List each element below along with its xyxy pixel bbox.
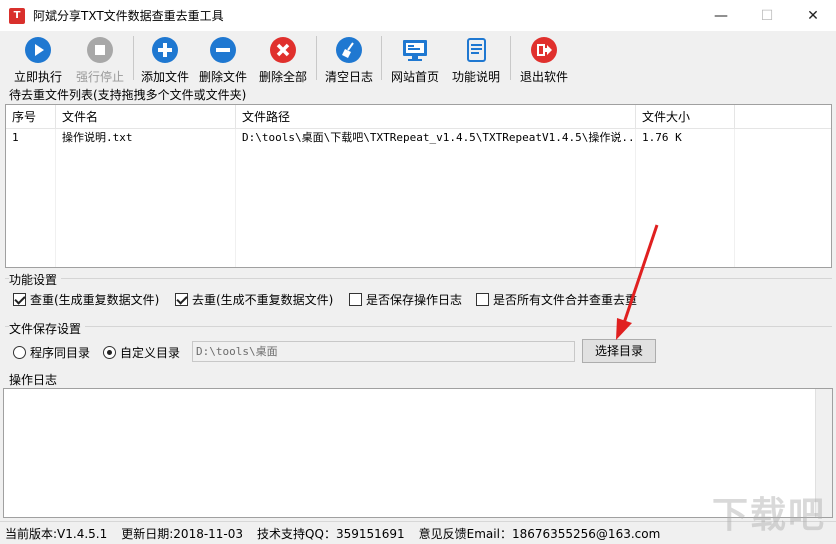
function-settings-title: 功能设置 <box>9 271 62 288</box>
cell-size: 1.76 K <box>636 129 735 147</box>
exit-label: 退出软件 <box>519 70 568 84</box>
feedback-email-text: 意见反馈Email：18676355256@163.com <box>418 526 661 541</box>
merge-files-checkbox[interactable] <box>476 293 489 306</box>
group-divider <box>5 326 832 327</box>
table-header: 序号 文件名 文件路径 文件大小 <box>6 105 831 129</box>
check-duplicate-option[interactable]: 查重(生成重复数据文件) <box>13 291 159 308</box>
clear-log-button[interactable]: 清空日志 <box>320 31 378 84</box>
add-file-button[interactable]: 添加文件 <box>137 31 193 84</box>
update-date-text: 更新日期:2018-11-03 <box>121 526 244 541</box>
app-logo-icon: T <box>9 7 25 24</box>
play-icon <box>24 36 52 64</box>
delete-all-icon <box>269 36 297 64</box>
radio-custom-dir-label: 自定义目录 <box>120 346 181 360</box>
cell-filename: 操作说明.txt <box>56 129 236 147</box>
group-divider <box>5 278 832 279</box>
column-header-size[interactable]: 文件大小 <box>636 105 735 128</box>
merge-files-option[interactable]: 是否所有文件合并查重去重 <box>476 291 637 308</box>
directory-path-field[interactable]: D:\tools\桌面 <box>192 341 575 362</box>
support-qq-text: 技术支持QQ：359151691 <box>257 526 405 541</box>
exit-button[interactable]: 退出软件 <box>514 31 574 84</box>
toolbar: 立即执行 强行停止 添加文件 删除文件 删除全部 清空日志 网站首页 功能说明 … <box>0 31 836 84</box>
delete-file-button[interactable]: 删除文件 <box>193 31 253 84</box>
toolbar-separator <box>316 36 317 80</box>
radio-same-dir-option[interactable]: 程序同目录 <box>13 344 90 361</box>
choose-directory-button[interactable]: 选择目录 <box>582 339 656 363</box>
maximize-button[interactable]: ☐ <box>744 0 790 31</box>
log-title: 操作日志 <box>9 373 58 387</box>
column-header-path[interactable]: 文件路径 <box>236 105 636 128</box>
minus-icon <box>209 36 237 64</box>
close-button[interactable]: ✕ <box>790 0 836 31</box>
delete-all-label: 删除全部 <box>258 70 307 84</box>
execute-label: 立即执行 <box>13 70 62 84</box>
file-list-title: 待去重文件列表(支持拖拽多个文件或文件夹) <box>9 88 247 102</box>
check-duplicate-checkbox[interactable] <box>13 293 26 306</box>
cell-index: 1 <box>6 129 56 147</box>
stop-icon <box>86 36 114 64</box>
save-settings-title: 文件保存设置 <box>9 320 86 337</box>
delete-all-button[interactable]: 删除全部 <box>253 31 313 84</box>
dedupe-checkbox[interactable] <box>175 293 188 306</box>
delete-file-label: 删除文件 <box>198 70 247 84</box>
help-label: 功能说明 <box>451 70 500 84</box>
toolbar-separator <box>510 36 511 80</box>
radio-same-dir[interactable] <box>13 346 26 359</box>
window-title: 阿斌分享TXT文件数据查重去重工具 <box>33 9 224 23</box>
watermark: 下载吧 <box>711 495 826 536</box>
stop-label: 强行停止 <box>75 70 124 84</box>
website-button[interactable]: 网站首页 <box>385 31 445 84</box>
toolbar-separator <box>381 36 382 80</box>
plus-icon <box>151 36 179 64</box>
toolbar-separator <box>133 36 134 80</box>
document-icon <box>462 36 490 64</box>
check-duplicate-label: 查重(生成重复数据文件) <box>30 293 160 307</box>
status-bar: 当前版本:V1.4.5.1 更新日期:2018-11-03 技术支持QQ：359… <box>0 521 836 544</box>
execute-button[interactable]: 立即执行 <box>6 31 70 84</box>
save-log-label: 是否保存操作日志 <box>366 293 463 307</box>
radio-same-dir-label: 程序同目录 <box>30 346 91 360</box>
minimize-button[interactable]: — <box>698 0 744 31</box>
table-row[interactable]: 1 操作说明.txt D:\tools\桌面\下载吧\TXTRepeat_v1.… <box>6 129 831 147</box>
title-bar: T 阿斌分享TXT文件数据查重去重工具 — ☐ ✕ <box>0 0 836 31</box>
add-file-label: 添加文件 <box>140 70 189 84</box>
website-label: 网站首页 <box>390 70 439 84</box>
monitor-icon <box>401 36 429 64</box>
broom-icon <box>335 36 363 64</box>
exit-icon <box>530 36 558 64</box>
radio-custom-dir-option[interactable]: 自定义目录 <box>103 344 180 361</box>
radio-custom-dir[interactable] <box>103 346 116 359</box>
column-header-index[interactable]: 序号 <box>6 105 56 128</box>
clear-log-label: 清空日志 <box>324 70 373 84</box>
file-list-table[interactable]: 序号 文件名 文件路径 文件大小 1 操作说明.txt D:\tools\桌面\… <box>5 104 832 268</box>
log-textarea[interactable] <box>3 388 833 518</box>
dedupe-option[interactable]: 去重(生成不重复数据文件) <box>175 291 333 308</box>
help-button[interactable]: 功能说明 <box>445 31 507 84</box>
dedupe-label: 去重(生成不重复数据文件) <box>192 293 334 307</box>
merge-files-label: 是否所有文件合并查重去重 <box>493 293 638 307</box>
save-log-option[interactable]: 是否保存操作日志 <box>349 291 462 308</box>
version-text: 当前版本:V1.4.5.1 <box>5 526 108 541</box>
cell-path: D:\tools\桌面\下载吧\TXTRepeat_v1.4.5\TXTRepe… <box>236 129 636 147</box>
column-header-filename[interactable]: 文件名 <box>56 105 236 128</box>
save-log-checkbox[interactable] <box>349 293 362 306</box>
stop-button[interactable]: 强行停止 <box>70 31 130 84</box>
